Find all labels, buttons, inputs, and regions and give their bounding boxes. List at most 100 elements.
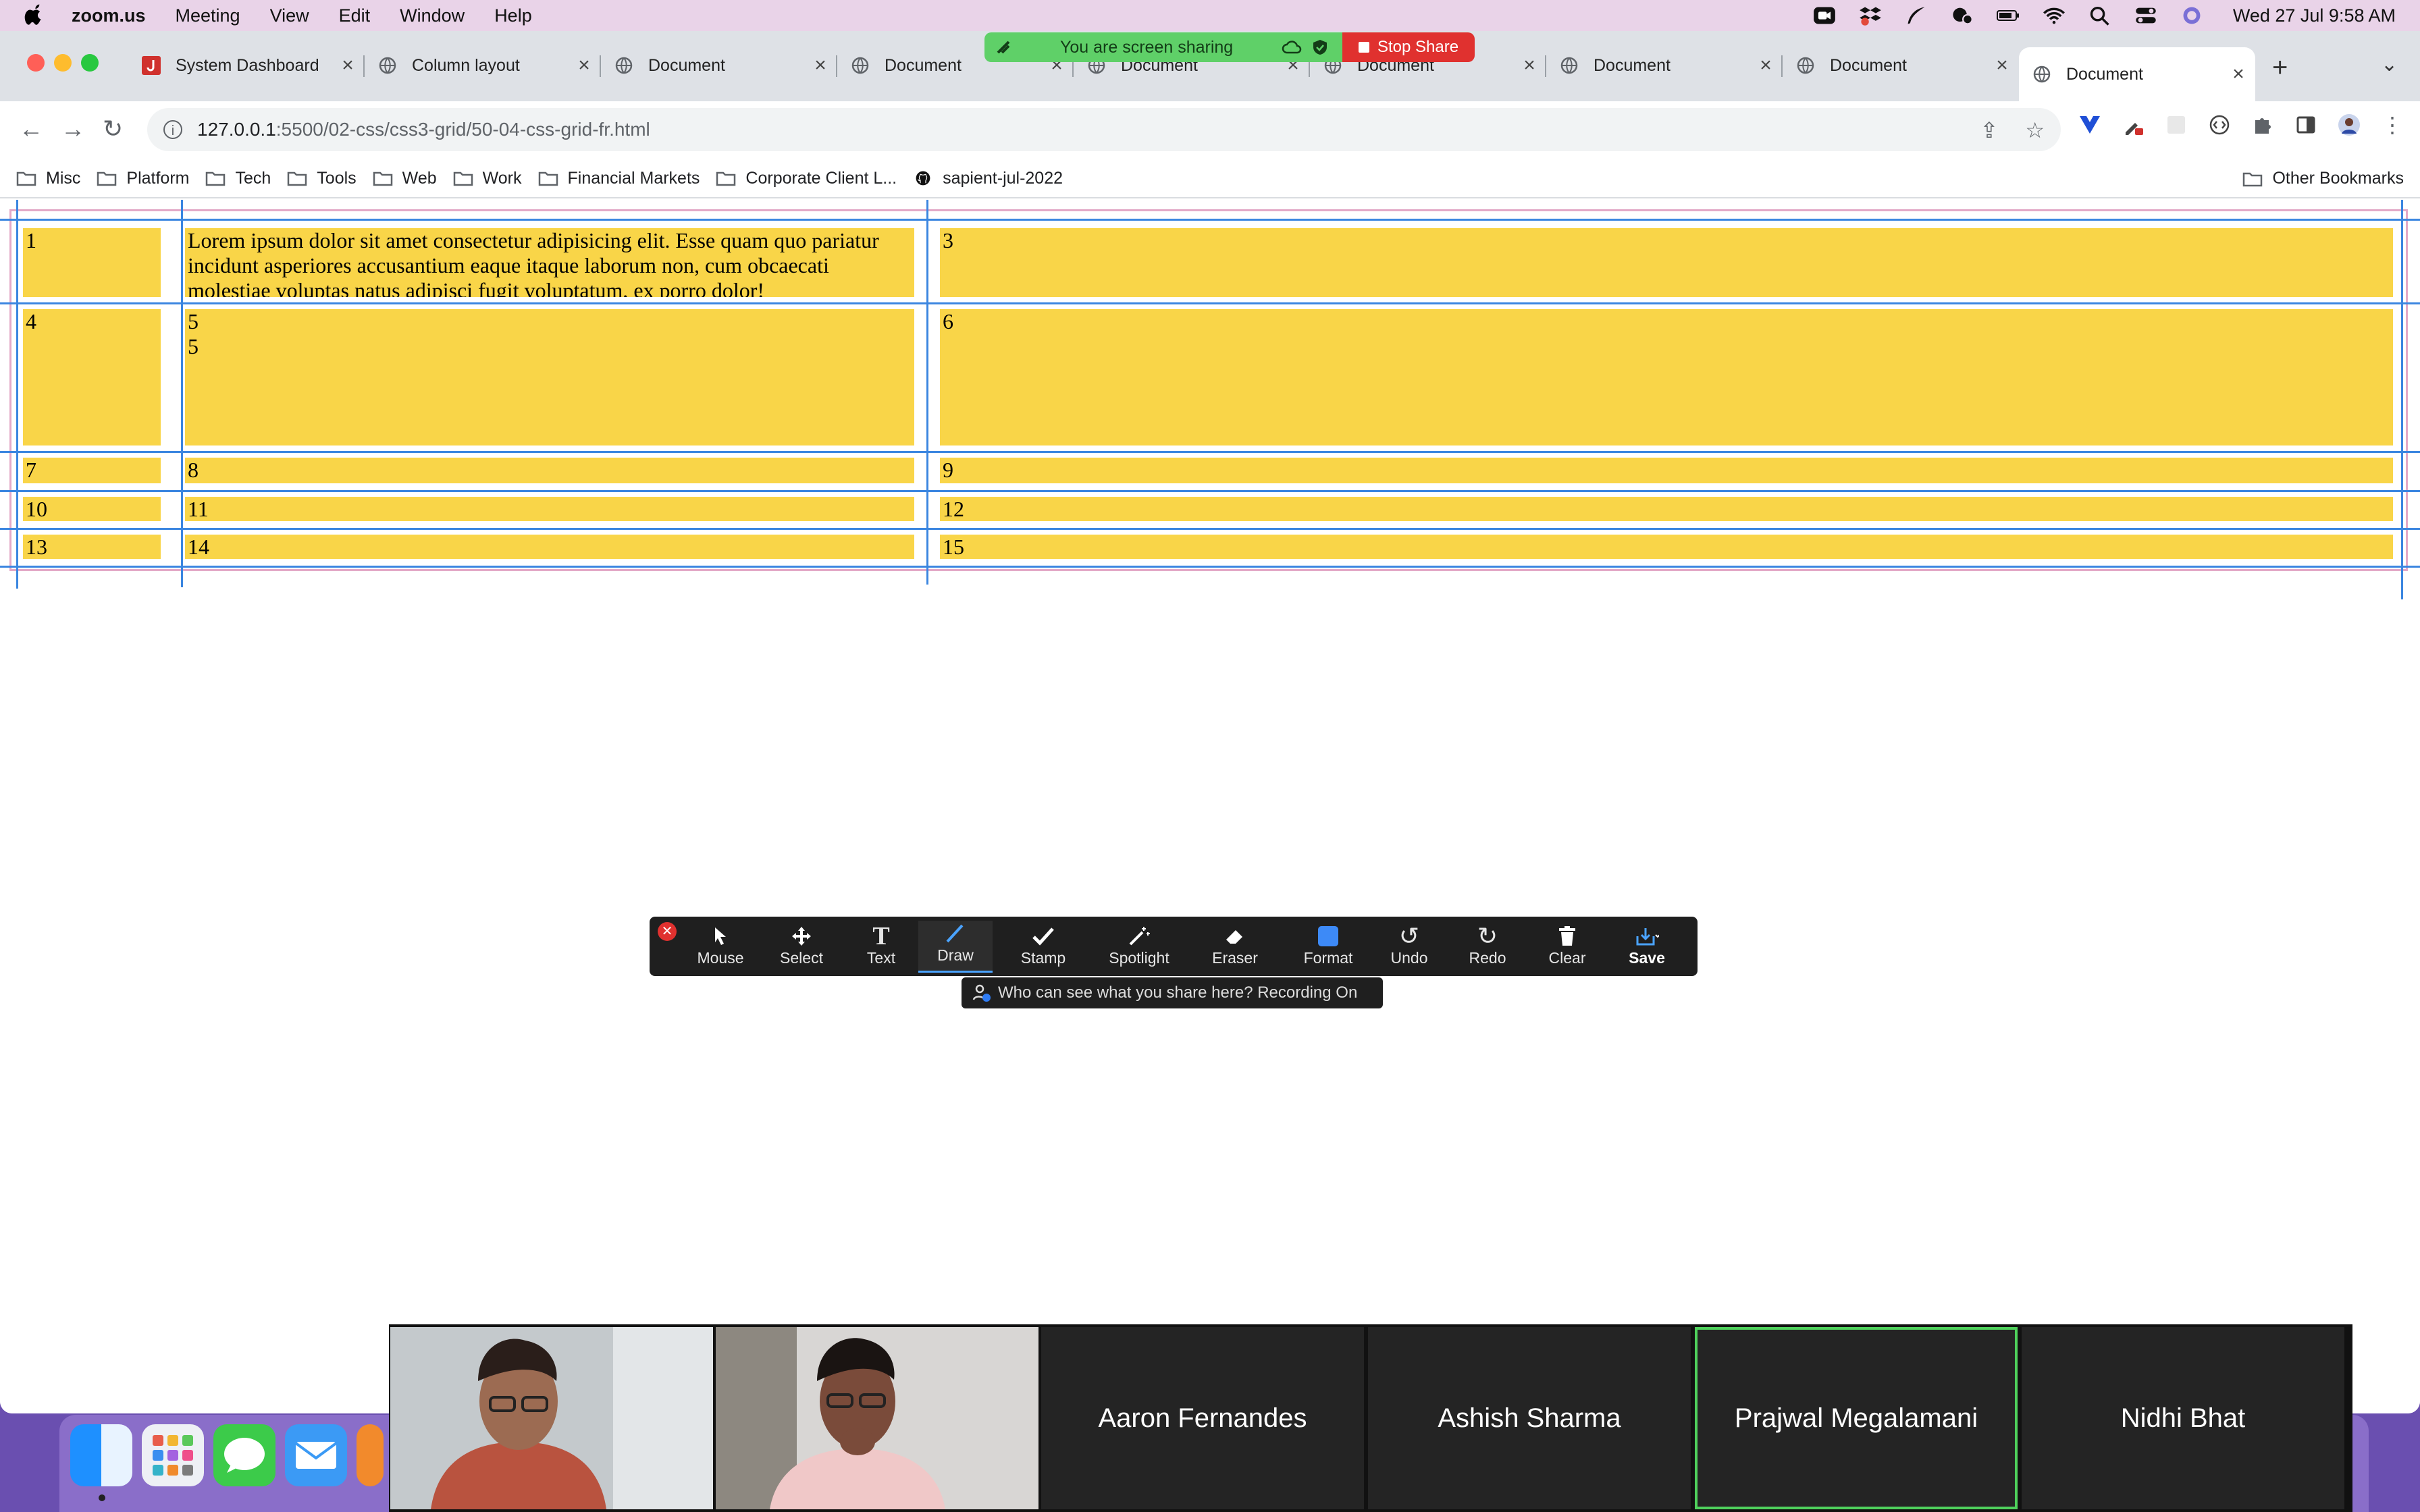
menu-edit[interactable]: Edit bbox=[339, 5, 371, 26]
wifi-icon[interactable] bbox=[2043, 5, 2066, 26]
participant-tile[interactable]: Ashish Sharma bbox=[1368, 1327, 1691, 1509]
launchpad-icon[interactable] bbox=[142, 1424, 204, 1486]
mail-icon[interactable] bbox=[285, 1424, 347, 1486]
tool-redo[interactable]: ↻ Redo bbox=[1450, 922, 1525, 967]
globe-icon bbox=[1560, 57, 1578, 74]
bookmark-web[interactable]: Web bbox=[373, 169, 437, 188]
new-tab-plus-icon[interactable]: + bbox=[2272, 53, 2288, 83]
menu-meeting[interactable]: Meeting bbox=[176, 5, 240, 26]
tool-select[interactable]: Select bbox=[764, 923, 839, 967]
tool-label: Text bbox=[866, 949, 896, 967]
tab-document[interactable]: Document × bbox=[1783, 47, 2019, 84]
control-center-icon[interactable] bbox=[2134, 5, 2157, 26]
bookmark-tools[interactable]: Tools bbox=[287, 169, 357, 188]
text-t-icon: T bbox=[872, 922, 890, 950]
bookmark-other[interactable]: Other Bookmarks bbox=[2242, 169, 2404, 188]
address-bar[interactable]: i 127.0.0.1:5500/02-css/css3-grid/50-04-… bbox=[147, 108, 2061, 151]
participant-tile[interactable]: Aaron Fernandes bbox=[1041, 1327, 1364, 1509]
bookmark-sapient-jul-2022[interactable]: sapient-jul-2022 bbox=[913, 169, 1063, 188]
tab-close-icon[interactable]: × bbox=[574, 54, 594, 77]
menu-kebab-icon[interactable]: ⋮ bbox=[2381, 113, 2404, 136]
window-zoom-button[interactable] bbox=[81, 54, 99, 72]
tool-save[interactable]: Save bbox=[1610, 923, 1684, 967]
tool-text[interactable]: T Text bbox=[844, 922, 918, 967]
zoom-camera-icon[interactable] bbox=[1813, 5, 1836, 26]
tab-close-icon[interactable]: × bbox=[1756, 54, 1776, 77]
tool-eraser[interactable]: Eraser bbox=[1198, 923, 1272, 967]
menu-window[interactable]: Window bbox=[400, 5, 465, 26]
bookmark-platform[interactable]: Platform bbox=[97, 169, 189, 188]
forward-arrow-icon[interactable]: → bbox=[61, 115, 85, 143]
tab-close-icon[interactable]: × bbox=[338, 54, 358, 77]
window-minimize-button[interactable] bbox=[54, 54, 72, 72]
menu-app-zoom[interactable]: zoom.us bbox=[72, 5, 146, 26]
finder-icon[interactable] bbox=[70, 1424, 132, 1486]
checkmark-stamp-icon bbox=[1032, 927, 1054, 946]
participant-video-tile[interactable] bbox=[390, 1327, 713, 1509]
tool-undo[interactable]: ↺ Undo bbox=[1372, 922, 1446, 967]
grid-item: 13 bbox=[23, 535, 161, 559]
tab-column-layout[interactable]: Column layout × bbox=[365, 47, 601, 84]
window-close-button[interactable] bbox=[27, 54, 45, 72]
tool-label: Clear bbox=[1548, 949, 1586, 967]
menu-view[interactable]: View bbox=[270, 5, 309, 26]
code-extension-icon[interactable] bbox=[2208, 113, 2231, 136]
menu-help[interactable]: Help bbox=[494, 5, 532, 26]
tab-document-active[interactable]: Document × bbox=[2019, 47, 2255, 101]
site-info-icon[interactable]: i bbox=[163, 120, 182, 139]
undo-icon: ↺ bbox=[1398, 922, 1420, 950]
tab-document[interactable]: Document × bbox=[1546, 47, 1783, 84]
participant-tile[interactable]: Nidhi Bhat bbox=[2022, 1327, 2344, 1509]
tool-format[interactable]: Format bbox=[1291, 923, 1365, 967]
bookmark-corporate-client[interactable]: Corporate Client L... bbox=[716, 169, 897, 188]
side-panel-icon[interactable] bbox=[2294, 113, 2317, 136]
tab-document[interactable]: Document × bbox=[601, 47, 837, 84]
eyedropper-extension-icon[interactable] bbox=[2122, 113, 2145, 136]
back-arrow-icon[interactable]: ← bbox=[19, 115, 43, 143]
tool-stamp[interactable]: Stamp bbox=[1006, 923, 1080, 967]
participant-tile-active-speaker[interactable]: Prajwal Megalamani bbox=[1695, 1327, 2018, 1509]
tool-label: Stamp bbox=[1020, 949, 1066, 967]
puzzle-extensions-icon[interactable] bbox=[2251, 113, 2274, 136]
bookmark-tech[interactable]: Tech bbox=[205, 169, 271, 188]
vue-devtools-icon[interactable] bbox=[2078, 113, 2101, 136]
tool-clear[interactable]: Clear bbox=[1530, 923, 1604, 967]
cloud-status-icon[interactable] bbox=[1951, 5, 1974, 26]
tool-mouse[interactable]: Mouse bbox=[683, 923, 758, 967]
placeholder-extension-icon[interactable] bbox=[2165, 113, 2188, 136]
bookmark-misc[interactable]: Misc bbox=[16, 169, 80, 188]
bookmark-financial-markets[interactable]: Financial Markets bbox=[538, 169, 700, 188]
spotlight-search-icon[interactable] bbox=[2088, 5, 2111, 26]
recording-notice[interactable]: Who can see what you share here? Recordi… bbox=[962, 977, 1383, 1008]
grid-line-vertical bbox=[16, 200, 18, 589]
tool-spotlight[interactable]: Spotlight bbox=[1102, 923, 1176, 967]
tab-close-icon[interactable]: × bbox=[2228, 63, 2248, 86]
share-icon[interactable]: ⇪ bbox=[1980, 117, 1999, 143]
messages-icon[interactable] bbox=[213, 1424, 275, 1486]
bookmark-star-icon[interactable]: ☆ bbox=[2025, 117, 2045, 143]
battery-icon[interactable] bbox=[1996, 5, 2020, 26]
tab-close-icon[interactable]: × bbox=[1519, 54, 1540, 77]
tab-search-chevron-icon[interactable]: ⌄ bbox=[2381, 53, 2398, 76]
menubar-clock[interactable]: Wed 27 Jul 9:58 AM bbox=[2233, 5, 2396, 26]
dropbox-icon[interactable] bbox=[1859, 5, 1882, 26]
globe-icon bbox=[851, 57, 869, 74]
tool-draw[interactable]: Draw bbox=[918, 921, 993, 973]
drag-handle-icon[interactable] bbox=[995, 39, 1013, 55]
tab-close-icon[interactable]: × bbox=[810, 54, 831, 77]
profile-avatar-icon[interactable] bbox=[2338, 113, 2361, 136]
grid-line-horizontal bbox=[0, 490, 2420, 492]
bookmark-work[interactable]: Work bbox=[453, 169, 522, 188]
sharing-status[interactable]: You are screen sharing bbox=[984, 32, 1342, 62]
reload-icon[interactable]: ↻ bbox=[103, 115, 123, 143]
close-annotation-icon[interactable]: ✕ bbox=[658, 922, 677, 941]
siri-icon[interactable] bbox=[2180, 5, 2203, 26]
mac-menubar: zoom.us Meeting View Edit Window Help We… bbox=[0, 0, 2420, 31]
feather-icon[interactable] bbox=[1905, 5, 1928, 26]
tab-close-icon[interactable]: × bbox=[1992, 54, 2012, 77]
partially-hidden-app-icon[interactable] bbox=[357, 1424, 384, 1486]
stop-share-button[interactable]: Stop Share bbox=[1342, 32, 1475, 62]
apple-icon[interactable] bbox=[24, 4, 45, 27]
tab-system-dashboard[interactable]: System Dashboard × bbox=[128, 47, 365, 84]
participant-video-tile[interactable] bbox=[716, 1327, 1038, 1509]
